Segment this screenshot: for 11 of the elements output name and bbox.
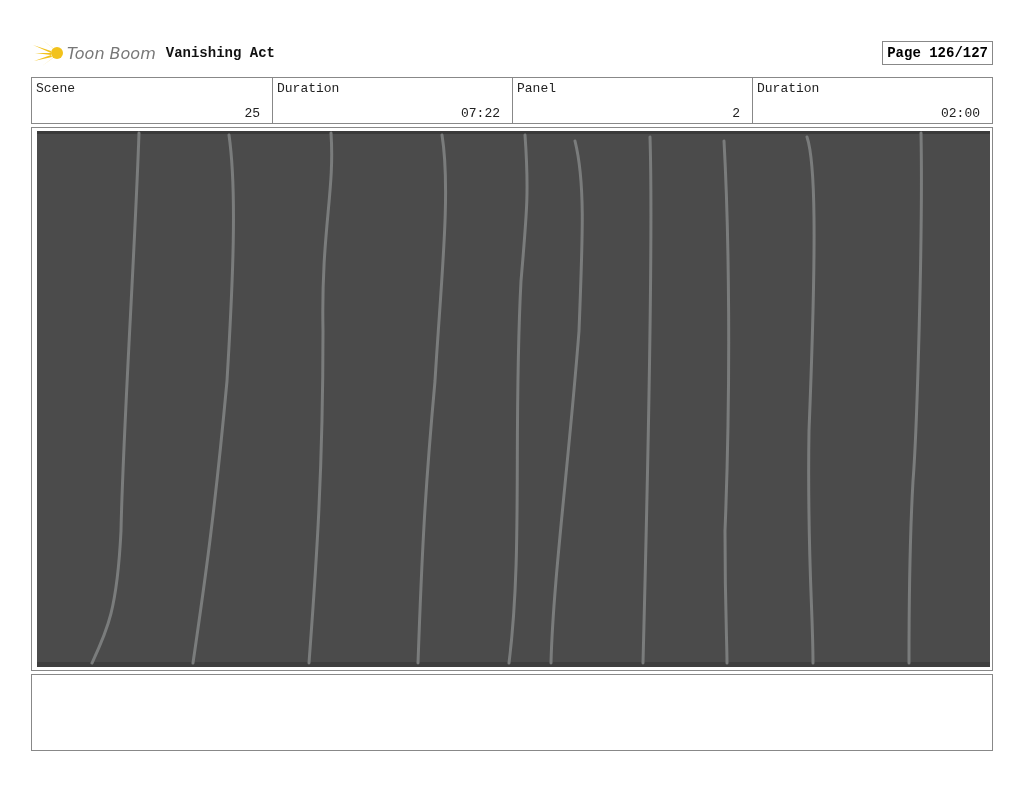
field-label: Panel <box>517 81 557 96</box>
field-label: Scene <box>36 81 76 96</box>
field-value: 07:22 <box>461 106 500 121</box>
logo-wordmark: Toon Boom <box>67 43 156 63</box>
field-value: 2 <box>732 106 740 121</box>
field-value: 02:00 <box>941 106 980 121</box>
field-label: Duration <box>277 81 341 96</box>
field-value: 25 <box>244 106 260 121</box>
field-label: Duration <box>757 81 821 96</box>
page-number: Page 126/127 <box>882 41 993 65</box>
project-title: Vanishing Act <box>165 45 275 61</box>
